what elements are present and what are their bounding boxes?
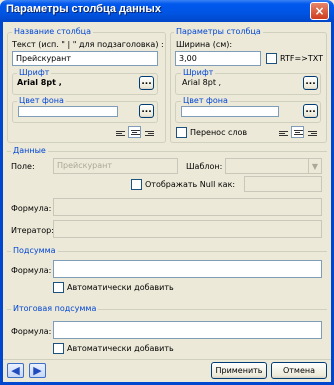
- params-font-value: Arial 8pt ,: [182, 78, 222, 87]
- subtotal-legend: Подсумма: [11, 246, 58, 256]
- subtotal-formula-label: Формула:: [11, 266, 52, 275]
- show-null-checkbox[interactable]: [131, 179, 142, 190]
- column-align-left-button[interactable]: [114, 127, 127, 139]
- params-font-legend: Шрифт: [181, 68, 216, 78]
- total-auto-label: Автоматически добавить: [67, 344, 174, 353]
- arrow-left-icon: ◀: [11, 364, 20, 377]
- close-icon: ×: [314, 4, 325, 18]
- params-align-right-button[interactable]: [306, 127, 319, 139]
- window-title: Параметры столбца данных: [6, 3, 161, 15]
- column-font-value: Arial 8pt ,: [17, 78, 62, 87]
- arrow-right-icon: ▶: [33, 364, 42, 377]
- data-legend: Данные: [11, 146, 48, 156]
- subtotal-auto-checkbox[interactable]: [53, 282, 64, 293]
- subtotal-formula-input[interactable]: [53, 260, 322, 278]
- column-align-center-button[interactable]: [128, 126, 141, 138]
- apply-button[interactable]: Применить: [211, 362, 267, 379]
- cancel-button[interactable]: Отмена: [271, 362, 327, 379]
- close-button[interactable]: ×: [310, 2, 329, 20]
- null-value-input[interactable]: [244, 176, 322, 192]
- params-bg-legend: Цвет фона: [181, 96, 230, 106]
- field-select[interactable]: Прейскурант: [53, 158, 178, 174]
- params-font-browse-button[interactable]: ...: [303, 76, 318, 90]
- chevron-down-icon: ▼: [311, 162, 319, 171]
- align-left-icon: [116, 130, 125, 136]
- window-frame-left: [0, 22, 3, 385]
- word-wrap-label: Перенос слов: [190, 128, 248, 137]
- column-align-right-button[interactable]: [143, 127, 156, 139]
- column-width-input[interactable]: 3,00: [175, 51, 261, 66]
- align-center-icon: [294, 129, 303, 135]
- align-right-icon: [145, 130, 154, 136]
- align-right-icon: [308, 130, 317, 136]
- params-bg-browse-button[interactable]: ...: [303, 104, 318, 118]
- rtf-txt-label: RTF=>TXT: [280, 54, 323, 63]
- field-label: Поле:: [11, 162, 35, 171]
- column-text-label: Текст (исп. " | " для подзаголовка) :: [12, 40, 164, 49]
- prev-button[interactable]: ◀: [7, 363, 24, 378]
- column-font-browse-button[interactable]: ...: [139, 76, 154, 90]
- footer-separator: [3, 359, 331, 360]
- align-center-icon: [131, 129, 140, 135]
- subtotal-auto-label: Автоматически добавить: [67, 283, 174, 292]
- align-left-icon: [279, 130, 288, 136]
- column-font-legend: Шрифт: [17, 68, 52, 78]
- word-wrap-checkbox[interactable]: [176, 127, 187, 138]
- column-width-label: Ширина (см):: [176, 40, 233, 49]
- data-formula-label: Формула:: [11, 204, 52, 213]
- template-dropdown-button[interactable]: ▼: [308, 159, 321, 173]
- column-name-legend: Название столбца: [12, 27, 94, 37]
- total-auto-checkbox[interactable]: [53, 343, 64, 354]
- total-formula-label: Формула:: [11, 327, 52, 336]
- column-params-legend: Параметры столбца: [174, 27, 263, 37]
- params-align-center-button[interactable]: [291, 126, 304, 138]
- total-formula-input[interactable]: [53, 321, 322, 339]
- column-bg-legend: Цвет фона: [17, 96, 66, 106]
- column-bg-browse-button[interactable]: ...: [139, 104, 154, 118]
- iterator-input[interactable]: [53, 220, 322, 238]
- column-bg-swatch: [18, 106, 118, 117]
- total-legend: Итоговая подсумма: [11, 304, 99, 314]
- rtf-txt-checkbox[interactable]: [266, 53, 277, 64]
- show-null-label: Отображать Null как:: [145, 180, 236, 189]
- iterator-label: Итератор:: [11, 226, 54, 235]
- data-separator: [7, 151, 327, 152]
- template-label: Шаблон:: [186, 162, 223, 171]
- params-bg-swatch: [181, 106, 279, 117]
- next-button[interactable]: ▶: [29, 363, 46, 378]
- data-formula-input[interactable]: [53, 198, 322, 216]
- column-text-input[interactable]: Прейскурант: [12, 51, 158, 66]
- params-align-left-button[interactable]: [277, 127, 290, 139]
